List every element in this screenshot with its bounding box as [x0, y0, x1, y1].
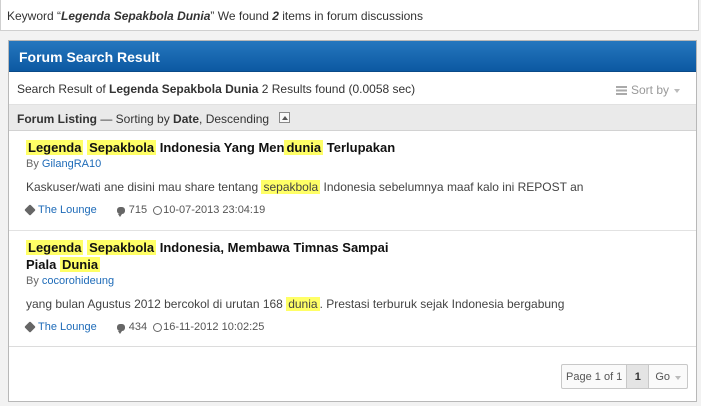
title-highlight: Dunia	[59, 257, 101, 272]
title-highlight: Sepakbola	[87, 140, 157, 155]
keyword-text: Legenda Sepakbola Dunia	[61, 9, 211, 23]
author-link[interactable]: cocorohideung	[42, 275, 114, 287]
snippet-text: . Prestasi terburuk sejak Indonesia berg…	[319, 297, 565, 311]
result-count: 2	[272, 9, 279, 23]
list-icon	[615, 85, 627, 95]
page-button-1[interactable]: 1	[627, 365, 650, 388]
summary-keyword: Legenda Sepakbola Dunia	[109, 82, 259, 96]
comment-icon	[116, 206, 125, 217]
panel-title: Forum Search Result	[9, 41, 696, 72]
chevron-down-icon	[674, 88, 680, 93]
sort-by-dropdown[interactable]: Sort by	[615, 83, 680, 97]
title-text: Piala	[26, 257, 60, 272]
chevron-down-icon	[675, 376, 681, 380]
go-label: Go	[655, 371, 670, 383]
by-prefix: By	[26, 275, 42, 287]
title-text: Indonesia Yang Men	[156, 140, 285, 155]
by-prefix: By	[26, 158, 42, 170]
list-item: Legenda Sepakbola Indonesia, Membawa Tim…	[9, 231, 696, 347]
title-highlight: Legenda	[26, 140, 84, 155]
comment-icon	[116, 323, 125, 334]
forum-listing-bar: Forum Listing — Sorting by Date, Descend…	[9, 105, 696, 131]
snippet-text: Kaskuser/wati ane disini mau share tenta…	[26, 180, 262, 194]
tag-icon	[24, 204, 36, 216]
title-highlight: dunia	[284, 140, 324, 155]
collapse-icon[interactable]	[279, 112, 290, 123]
reply-count: 715	[128, 204, 148, 216]
go-dropdown[interactable]: Go	[649, 365, 687, 388]
snippet-text: yang bulan Agustus 2012 bercokol di urut…	[26, 297, 287, 311]
thread-title-link[interactable]: Legenda Sepakbola Indonesia Yang Men duni…	[26, 139, 696, 156]
title-highlight: Legenda	[26, 240, 84, 255]
clock-icon	[153, 322, 163, 332]
listing-sort-order: , Descending	[199, 112, 270, 126]
title-text: Indonesia, Membawa Timnas Sampai	[156, 240, 389, 255]
summary-suffix: 2 Results found (0.0058 sec)	[258, 82, 416, 96]
page-label: Page 1 of 1	[562, 365, 628, 388]
snippet-text: Indonesia sebelumnya maaf kalo ini REPOS…	[320, 180, 584, 194]
keyword-middle: ” We found	[210, 9, 273, 23]
listing-label: Forum Listing	[17, 112, 97, 126]
forum-link[interactable]: The Lounge	[38, 204, 97, 216]
thread-title-link[interactable]: Legenda Sepakbola Indonesia, Membawa Tim…	[26, 239, 696, 273]
thread-meta: The Lounge 434 16-11-2012 10:02:25	[24, 321, 696, 334]
keyword-prefix: Keyword “	[7, 9, 62, 23]
snippet-highlight: sepakbola	[261, 180, 321, 194]
thread-author-line: By GilangRA10	[26, 158, 696, 170]
author-link[interactable]: GilangRA10	[42, 158, 101, 170]
thread-author-line: By cocorohideung	[26, 275, 696, 287]
sort-by-label: Sort by	[630, 83, 669, 97]
thread-snippet: Kaskuser/wati ane disini mau share tenta…	[26, 179, 696, 195]
keyword-summary-bar: Keyword “Legenda Sepakbola Dunia” We fou…	[0, 0, 699, 31]
list-item: Legenda Sepakbola Indonesia Yang Men duni…	[9, 131, 696, 231]
thread-meta: The Lounge 715 10-07-2013 23:04:19	[24, 204, 696, 217]
snippet-highlight: dunia	[286, 297, 320, 311]
pagination: Page 1 of 1 1 Go	[561, 364, 688, 389]
reply-count: 434	[128, 321, 148, 333]
thread-date: 16-11-2012 10:02:25	[163, 321, 265, 333]
forum-search-panel: Forum Search Result Search Result of Leg…	[8, 40, 697, 402]
clock-icon	[153, 205, 163, 215]
listing-sorting-prefix: — Sorting by	[97, 112, 174, 126]
thread-snippet: yang bulan Agustus 2012 bercokol di urut…	[26, 296, 696, 312]
tag-icon	[24, 321, 36, 333]
title-text: Terlupakan	[323, 140, 396, 155]
summary-prefix: Search Result of	[17, 82, 110, 96]
keyword-suffix: items in forum discussions	[278, 9, 423, 23]
result-summary: Search Result of Legenda Sepakbola Dunia…	[9, 72, 696, 105]
title-highlight: Sepakbola	[87, 240, 157, 255]
forum-link[interactable]: The Lounge	[38, 321, 97, 333]
thread-date: 10-07-2013 23:04:19	[163, 204, 266, 216]
listing-sort-field: Date	[173, 112, 200, 126]
